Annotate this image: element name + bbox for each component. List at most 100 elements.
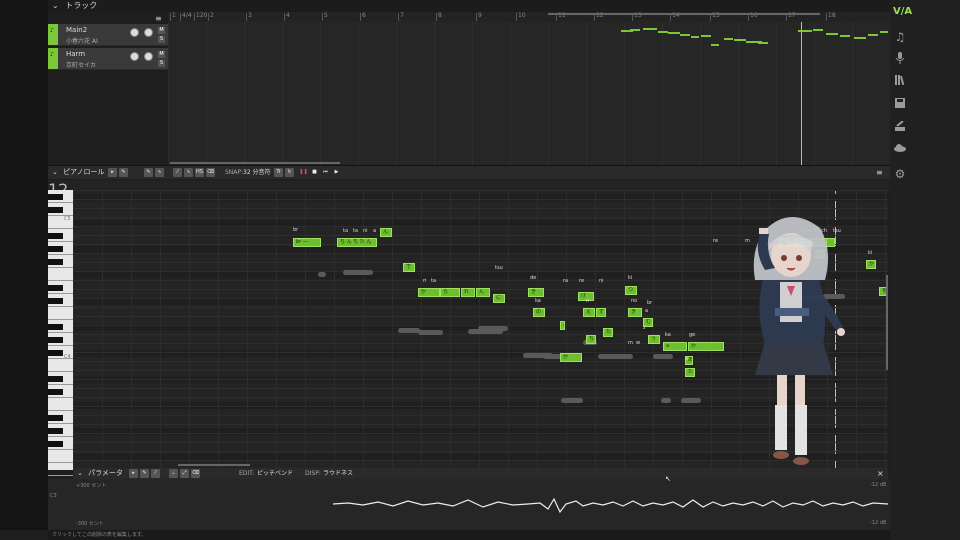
note-block[interactable]: あ <box>560 321 565 330</box>
mini-note[interactable] <box>734 39 746 41</box>
note-block[interactable]: ん <box>380 228 392 237</box>
vertical-scrollbar[interactable] <box>886 275 888 370</box>
note-block[interactable]: ん <box>476 288 490 297</box>
note-block[interactable]: ち ん ち た ん <box>337 238 377 247</box>
play-button[interactable]: ▶ <box>332 168 341 177</box>
mini-note[interactable] <box>826 33 838 35</box>
mini-note[interactable] <box>711 44 719 46</box>
mini-note[interactable] <box>868 34 878 36</box>
track-row-main2[interactable]: ♪ Main2 小春六花 AI M S <box>48 24 168 46</box>
loop-toggle-button[interactable]: ↻ <box>285 168 294 177</box>
music-note-icon[interactable]: ♫ <box>892 30 908 44</box>
playhead[interactable] <box>801 22 802 165</box>
eraser-tool-button[interactable]: ⌫ <box>206 168 215 177</box>
note-block[interactable]: た <box>603 328 613 337</box>
piano-roll-menu-icon[interactable]: ≡ <box>876 168 883 177</box>
note-block[interactable]: え <box>583 308 595 317</box>
track-arrangement-area[interactable] <box>168 22 890 165</box>
black-key[interactable] <box>48 285 63 291</box>
snap-select[interactable]: 32 分音符 <box>243 166 271 179</box>
export-icon[interactable] <box>892 121 908 135</box>
black-key[interactable] <box>48 259 63 265</box>
black-key[interactable] <box>48 324 63 330</box>
black-key[interactable] <box>48 428 63 434</box>
display-parameter-select[interactable]: ラウドネス <box>323 468 353 479</box>
rewind-button[interactable]: ⏮ <box>321 168 330 177</box>
white-key[interactable] <box>48 450 73 463</box>
note-block[interactable]: き <box>528 288 544 297</box>
pan-knob[interactable] <box>144 52 153 61</box>
black-key[interactable] <box>48 194 63 200</box>
black-key[interactable] <box>48 233 63 239</box>
brush-tool-button[interactable]: ✎ <box>144 168 153 177</box>
note-block[interactable]: き <box>628 308 642 317</box>
pointer-tool-button[interactable]: ▸ <box>108 168 117 177</box>
eraser-tool-button[interactable]: ⌫ <box>191 469 200 478</box>
collapse-chevron-icon[interactable]: ⌄ <box>52 1 59 10</box>
piano-keyboard[interactable]: C5 C4 <box>48 190 73 476</box>
white-key[interactable] <box>48 398 73 411</box>
note-block[interactable]: う <box>648 335 660 344</box>
mini-note[interactable] <box>880 31 888 33</box>
chevron-down-icon[interactable]: ⌄ <box>169 469 178 478</box>
white-key[interactable] <box>48 307 73 320</box>
track-row-harm[interactable]: ♪ Harm 京町セイカ M S <box>48 48 168 70</box>
mute-button[interactable]: M <box>158 51 165 58</box>
note-block[interactable]: れ <box>461 288 475 297</box>
mini-note[interactable] <box>691 36 699 38</box>
note-block[interactable]: br — <box>293 238 321 247</box>
note-block[interactable]: ら <box>440 288 460 297</box>
curve-tool-button[interactable]: ⤢ <box>180 469 189 478</box>
wave-tool-button[interactable]: ∿ <box>184 168 193 177</box>
black-key[interactable] <box>48 337 63 343</box>
note-block[interactable]: で <box>403 263 415 272</box>
pointer-tool-button[interactable]: ▸ <box>129 469 138 478</box>
settings-gear-icon[interactable]: ⚙ <box>892 167 908 181</box>
note-block[interactable]: に <box>493 294 505 303</box>
track-scrollbar[interactable] <box>548 13 820 15</box>
white-key[interactable] <box>48 463 73 476</box>
curve-tool-button[interactable]: ∿ <box>155 168 164 177</box>
mini-note[interactable] <box>680 34 690 36</box>
pencil-tool-button[interactable]: ✎ <box>119 168 128 177</box>
microphone-icon[interactable] <box>892 52 908 66</box>
white-key[interactable] <box>48 268 73 281</box>
edit-parameter-select[interactable]: ピッチベンド <box>257 468 293 479</box>
line-tool-button[interactable]: ⁄ <box>151 469 160 478</box>
library-icon[interactable] <box>892 75 908 89</box>
note-block[interactable]: ず <box>596 308 606 317</box>
collapse-chevron-icon[interactable]: ⌄ <box>77 469 83 477</box>
mute-button[interactable]: M <box>158 27 165 34</box>
line-tool-button[interactable]: ⁄ <box>173 168 182 177</box>
mini-note[interactable] <box>701 35 711 37</box>
hs-tool-button[interactable]: HS <box>195 168 204 177</box>
cloud-icon[interactable] <box>892 144 908 158</box>
mini-note[interactable] <box>724 38 733 40</box>
mini-note[interactable] <box>854 37 866 39</box>
parameter-graph[interactable]: +300 セント C3 -300 セント -12 dB -12 dB ↖ <box>48 475 890 530</box>
volume-knob[interactable] <box>130 28 139 37</box>
black-key[interactable] <box>48 350 63 356</box>
note-block[interactable]: の <box>533 308 545 317</box>
mini-note[interactable] <box>758 42 768 44</box>
solo-button[interactable]: S <box>158 36 165 43</box>
note-block[interactable]: a <box>663 342 687 351</box>
track-menu-icon[interactable]: ≡ <box>155 14 162 23</box>
stop-button[interactable]: ■ <box>310 168 319 177</box>
note-block[interactable]: か <box>418 288 440 297</box>
black-key[interactable] <box>48 415 63 421</box>
pencil-tool-button[interactable]: ✎ <box>140 469 149 478</box>
close-icon[interactable]: × <box>877 468 884 479</box>
mini-note[interactable] <box>840 35 850 37</box>
collapse-chevron-icon[interactable]: ⌄ <box>52 168 58 176</box>
black-key[interactable] <box>48 298 63 304</box>
triplet-toggle-button[interactable]: Tr <box>274 168 283 177</box>
mini-note[interactable] <box>798 30 812 32</box>
white-key[interactable] <box>48 359 73 372</box>
horizontal-scrollbar[interactable] <box>178 464 250 466</box>
mini-note[interactable] <box>630 29 640 31</box>
note-block[interactable]: た <box>685 368 695 377</box>
volume-knob[interactable] <box>130 52 139 61</box>
black-key[interactable] <box>48 246 63 252</box>
note-block[interactable]: ち <box>586 335 596 344</box>
